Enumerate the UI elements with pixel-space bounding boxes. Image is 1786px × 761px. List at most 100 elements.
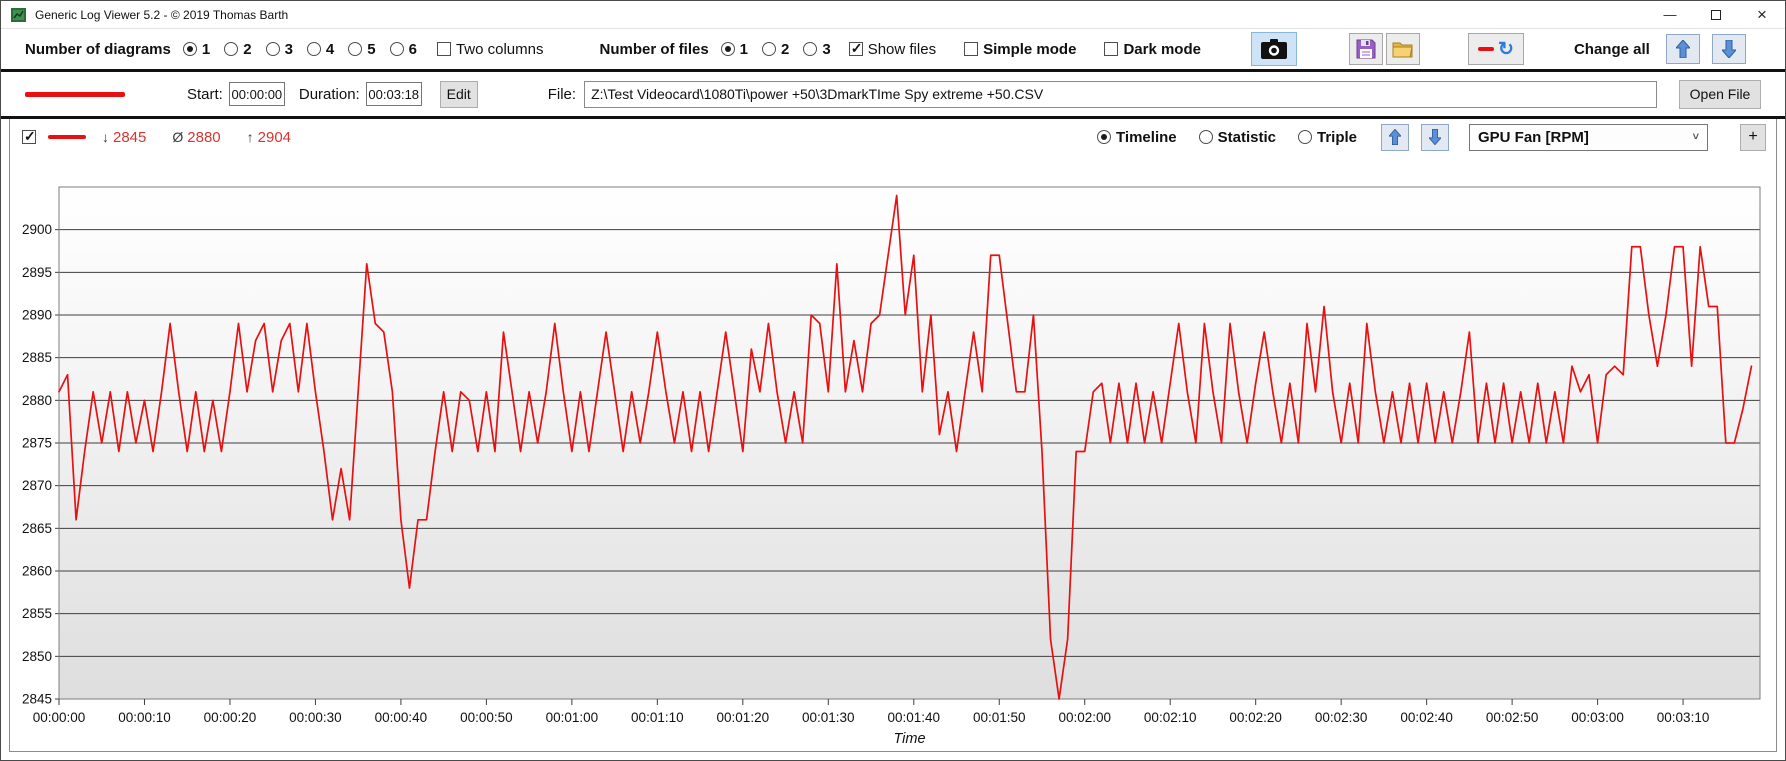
minimize-button[interactable]: — xyxy=(1647,1,1693,28)
two-columns-checkbox[interactable]: Two columns xyxy=(436,41,543,58)
series-visible-checkbox[interactable] xyxy=(22,128,36,145)
diagram-radio-1[interactable]: 1 xyxy=(182,41,210,58)
view-radio-triple[interactable]: Triple xyxy=(1297,129,1357,146)
svg-text:00:02:50: 00:02:50 xyxy=(1486,710,1539,725)
save-button[interactable] xyxy=(1348,33,1383,65)
checkbox-icon xyxy=(436,42,451,56)
checkbox-icon xyxy=(964,42,979,56)
view-radio-timeline[interactable]: Timeline xyxy=(1097,129,1177,146)
close-button[interactable]: × xyxy=(1739,1,1785,28)
avg-symbol-icon: Ø xyxy=(172,129,184,145)
chart-plot-region[interactable]: 2845 2850 2855 2860 2865 2870 2875 2880 2885 2890… xyxy=(10,155,1776,751)
chevron-down-icon: ˅ xyxy=(1692,131,1699,143)
svg-text:00:00:10: 00:00:10 xyxy=(118,710,171,725)
maximize-button[interactable] xyxy=(1693,1,1739,28)
svg-text:Time: Time xyxy=(893,731,925,747)
app-window: Generic Log Viewer 5.2 - © 2019 Thomas B… xyxy=(0,0,1786,761)
diagrams-label: Number of diagrams xyxy=(25,40,171,58)
radio-icon xyxy=(224,42,239,56)
view-radio-statistic[interactable]: Statistic xyxy=(1198,129,1276,146)
svg-text:00:01:20: 00:01:20 xyxy=(717,710,770,725)
signal-up-button[interactable] xyxy=(1381,123,1409,151)
svg-text:00:00:30: 00:00:30 xyxy=(289,710,342,725)
svg-text:00:02:00: 00:02:00 xyxy=(1058,710,1111,725)
edit-button[interactable]: Edit xyxy=(439,80,478,108)
svg-text:2880: 2880 xyxy=(22,393,52,408)
duration-input[interactable] xyxy=(365,82,422,106)
diagram-radio-2[interactable]: 2 xyxy=(224,41,252,58)
diagram-radio-4[interactable]: 4 xyxy=(306,41,334,58)
svg-text:2845: 2845 xyxy=(22,692,52,707)
start-label: Start: xyxy=(187,85,223,103)
app-icon xyxy=(11,7,26,22)
view-mode-radios: Timeline Statistic Triple xyxy=(1097,129,1357,146)
svg-text:2875: 2875 xyxy=(22,436,52,451)
file-bar: Start: Duration: Edit File: Open File xyxy=(1,72,1785,119)
svg-text:00:01:50: 00:01:50 xyxy=(973,710,1026,725)
title-bar: Generic Log Viewer 5.2 - © 2019 Thomas B… xyxy=(1,1,1785,29)
add-signal-button[interactable]: + xyxy=(1740,123,1766,151)
radio-icon xyxy=(720,42,735,56)
radio-icon xyxy=(265,42,280,56)
series-line-icon xyxy=(1478,47,1494,51)
line-chart: 2845 2850 2855 2860 2865 2870 2875 2880 2885 2890… xyxy=(22,186,1761,747)
diagram-count-radios: 1 2 3 4 5 6 xyxy=(182,41,417,58)
checkbox-icon xyxy=(848,40,863,57)
svg-text:2890: 2890 xyxy=(22,308,52,323)
max-value: 2904 xyxy=(257,128,292,146)
show-files-checkbox[interactable]: Show files xyxy=(848,40,936,58)
radio-icon xyxy=(389,42,404,56)
minimize-icon: — xyxy=(1663,7,1677,22)
svg-text:2855: 2855 xyxy=(22,606,52,621)
svg-text:00:00:40: 00:00:40 xyxy=(375,710,428,725)
reset-zoom-button[interactable]: ↻ xyxy=(1467,33,1524,65)
diagram-radio-6[interactable]: 6 xyxy=(389,41,417,58)
start-input[interactable] xyxy=(228,82,285,106)
file-label: File: xyxy=(547,85,577,103)
refresh-icon: ↻ xyxy=(1498,38,1514,60)
arrow-up-icon xyxy=(1675,40,1690,58)
signal-down-button[interactable] xyxy=(1421,123,1449,151)
series-avg-stat: Ø 2880 xyxy=(172,129,220,146)
diagram-radio-5[interactable]: 5 xyxy=(348,41,376,58)
simple-mode-checkbox[interactable]: Simple mode xyxy=(964,41,1076,58)
svg-text:2850: 2850 xyxy=(22,649,52,664)
load-layout-button[interactable] xyxy=(1385,33,1420,65)
signal-switch-arrows xyxy=(1381,123,1449,151)
svg-text:00:00:50: 00:00:50 xyxy=(460,710,513,725)
duration-label: Duration: xyxy=(298,85,360,103)
svg-text:00:02:30: 00:02:30 xyxy=(1315,710,1368,725)
change-all-up-button[interactable] xyxy=(1665,34,1700,64)
chart-header: ↓ 2845 Ø 2880 ↑ 2904 Timeline Statistic … xyxy=(10,119,1776,155)
change-all-label: Change all xyxy=(1573,40,1650,58)
svg-text:00:01:10: 00:01:10 xyxy=(631,710,684,725)
files-radio-1[interactable]: 1 xyxy=(720,41,748,58)
change-all-down-button[interactable] xyxy=(1711,34,1746,64)
diagram-radio-3[interactable]: 3 xyxy=(265,41,293,58)
radio-icon xyxy=(182,42,197,56)
svg-text:2870: 2870 xyxy=(22,478,52,493)
svg-text:00:01:40: 00:01:40 xyxy=(887,710,940,725)
min-value: 2845 xyxy=(113,128,147,146)
svg-text:2865: 2865 xyxy=(22,521,52,536)
svg-text:00:01:30: 00:01:30 xyxy=(802,710,855,725)
series-color-sample xyxy=(25,91,125,97)
avg-value: 2880 xyxy=(187,128,221,146)
svg-text:00:02:40: 00:02:40 xyxy=(1400,710,1453,725)
svg-text:00:03:00: 00:03:00 xyxy=(1571,710,1624,725)
screenshot-button[interactable] xyxy=(1250,32,1297,66)
file-count-radios: 1 2 3 xyxy=(720,41,831,58)
files-label: Number of files xyxy=(599,40,709,58)
maximize-icon xyxy=(1711,9,1721,20)
svg-text:00:02:20: 00:02:20 xyxy=(1229,710,1282,725)
radio-icon xyxy=(1097,130,1112,144)
dark-mode-checkbox[interactable]: Dark mode xyxy=(1104,41,1201,58)
folder-icon xyxy=(1392,42,1413,58)
files-radio-2[interactable]: 2 xyxy=(762,41,789,58)
signal-select[interactable]: GPU Fan [RPM] ˅ xyxy=(1469,123,1708,151)
files-radio-3[interactable]: 3 xyxy=(803,41,831,58)
open-file-button[interactable]: Open File xyxy=(1679,79,1761,109)
file-path-input[interactable] xyxy=(584,80,1657,108)
arrow-up-icon xyxy=(1389,129,1401,145)
series-line-sample xyxy=(48,135,86,139)
